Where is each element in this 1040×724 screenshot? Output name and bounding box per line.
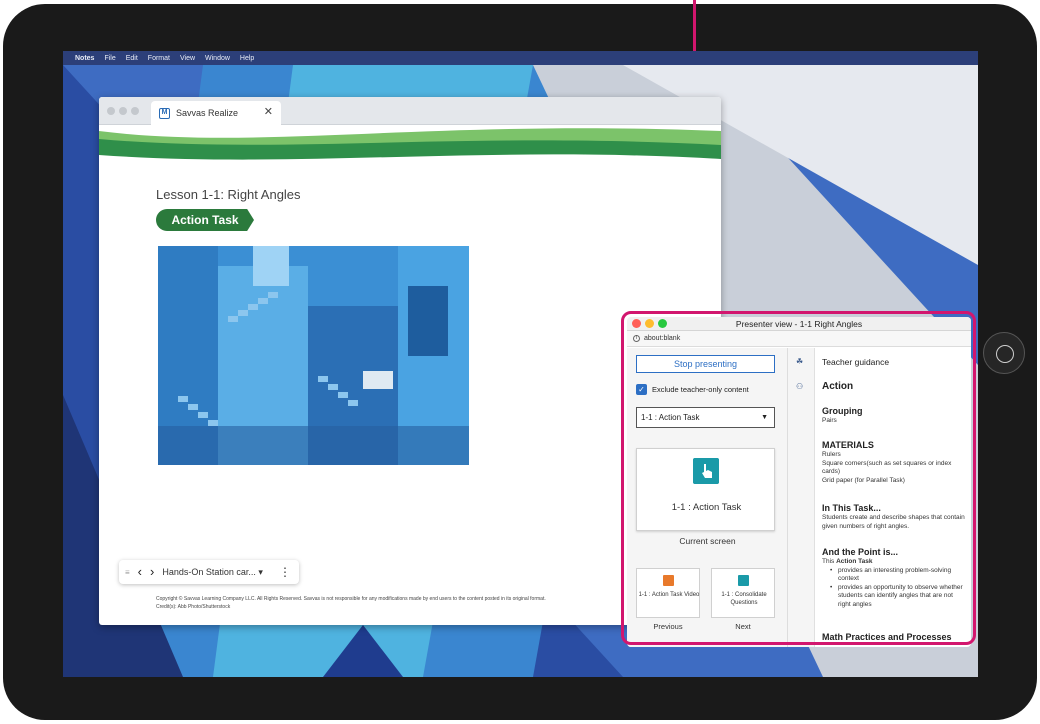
tab-title: Savvas Realize [176,108,239,118]
savvas-logo-icon: M [159,107,170,119]
menu-help[interactable]: Help [240,55,254,62]
previous-chevron-icon[interactable]: ‹ [138,565,142,578]
window-zoom-dot[interactable] [131,107,139,115]
menu-edit[interactable]: Edit [126,55,138,62]
copyright-line: Copyright © Savvas Learning Company LLC.… [156,596,546,602]
slide-dropdown-label: Hands-On Station car... [162,566,256,577]
action-task-badge: Action Task [156,209,254,231]
credits-line: Credit(s): Abb Photo/Shutterstock [156,604,231,610]
menu-file[interactable]: File [104,55,115,62]
staircase-photo [158,246,469,465]
menu-bar: Notes File Edit Format View Window Help [63,51,978,65]
header-wave-graphic [99,128,721,175]
highlight-frame [621,311,976,645]
menu-window[interactable]: Window [205,55,230,62]
tab-bar: M Savvas Realize ✕ [99,97,721,125]
next-chevron-icon[interactable]: › [150,565,154,578]
copyright-text: Copyright © Savvas Learning Company LLC.… [156,595,676,611]
tab-savvas-realize[interactable]: M Savvas Realize ✕ [151,101,281,125]
tab-close-icon[interactable]: ✕ [264,105,273,118]
chevron-down-icon: ▾ [258,566,263,577]
window-close-dot[interactable] [107,107,115,115]
menu-app-notes[interactable]: Notes [75,55,94,62]
window-minimize-dot[interactable] [119,107,127,115]
more-options-icon[interactable]: ⋮ [279,565,291,579]
lesson-title: Lesson 1-1: Right Angles [156,187,301,202]
drag-handle-icon[interactable]: ≡ [125,568,130,577]
menu-format[interactable]: Format [148,55,170,62]
menu-view[interactable]: View [180,55,195,62]
home-button[interactable] [983,332,1025,374]
slide-dropdown[interactable]: Hands-On Station car... ▾ [162,567,263,578]
slide-navigator: ≡ ‹ › Hands-On Station car... ▾ ⋮ [119,560,299,584]
